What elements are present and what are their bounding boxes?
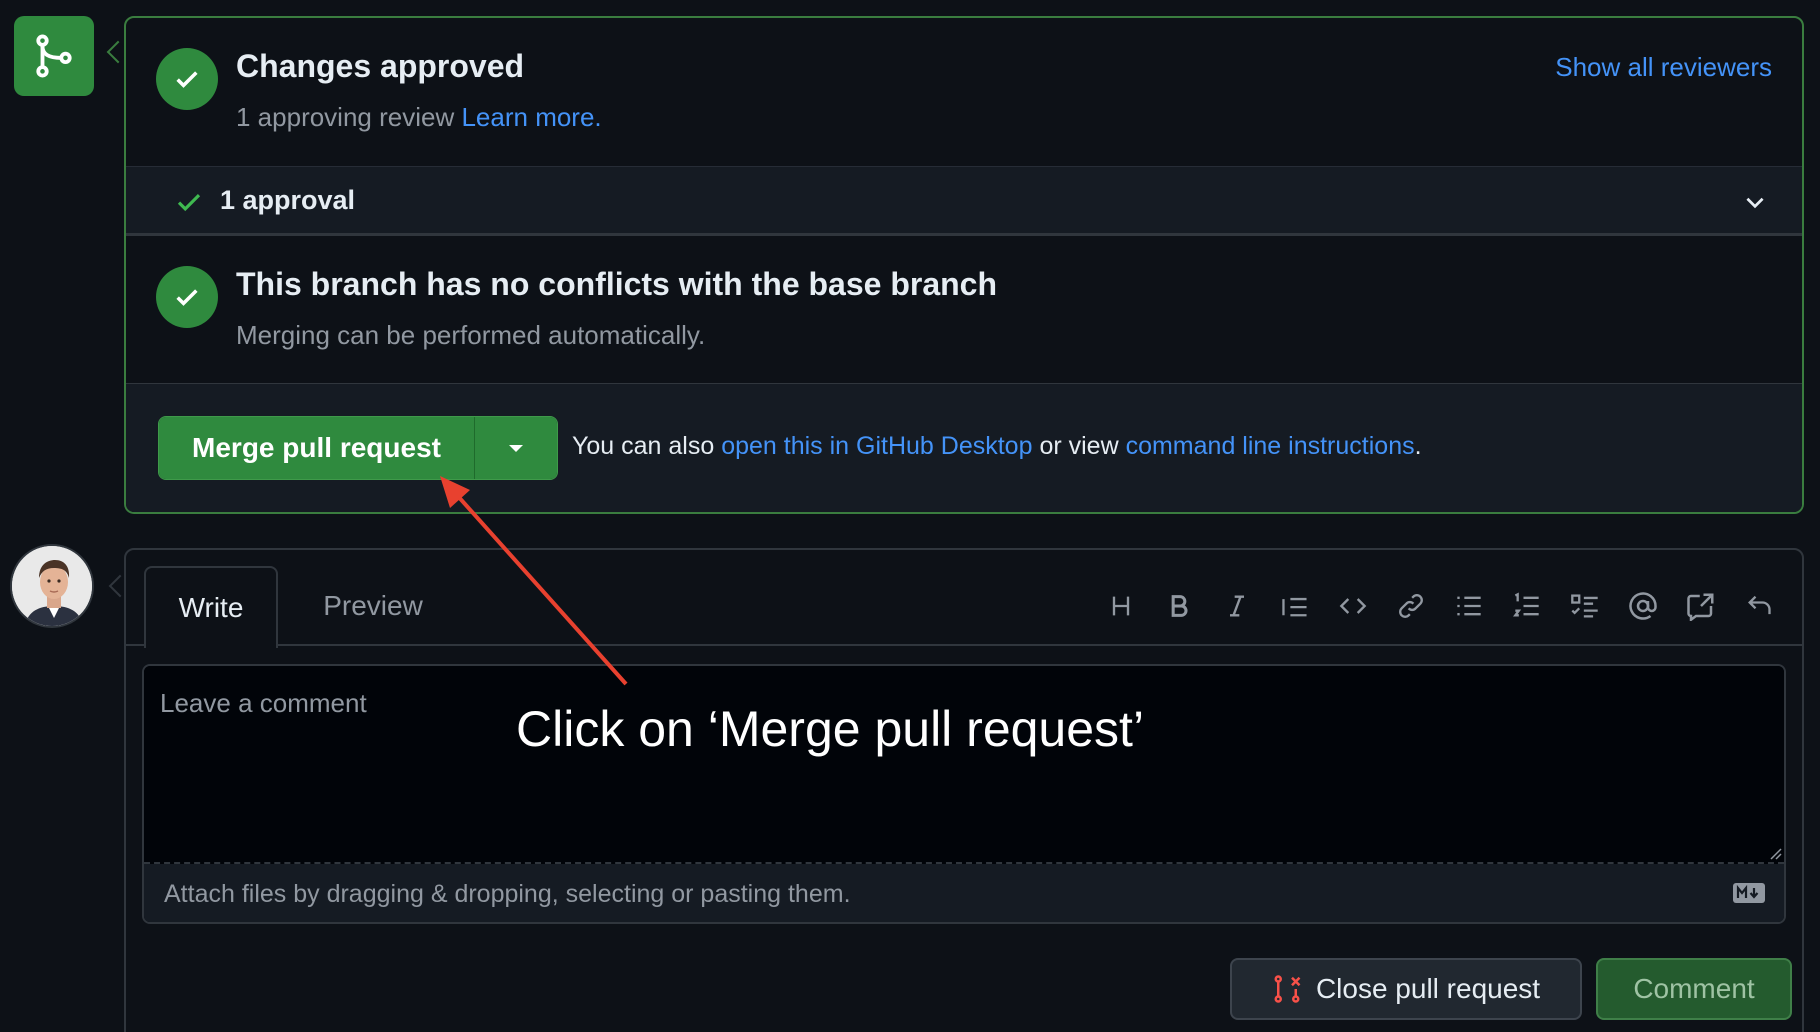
conflicts-subtitle: Merging can be performed automatically.: [236, 320, 706, 350]
hint-suffix: .: [1414, 432, 1422, 460]
quote-icon: [1282, 597, 1307, 617]
learn-more-link[interactable]: Learn more.: [461, 102, 601, 132]
code-icon: [1339, 598, 1367, 614]
git-merge-icon: [36, 34, 72, 78]
reply-icon: [1748, 595, 1771, 615]
check-icon: [176, 289, 198, 306]
conflict-status-section: This branch has no conflicts with the ba…: [126, 236, 1802, 384]
italic-button[interactable]: [1208, 584, 1266, 628]
approval-count-text: 1 approving review: [236, 102, 455, 132]
ordered-list-icon: [1513, 592, 1539, 617]
attach-files-text: Attach files by dragging & dropping, sel…: [164, 880, 851, 908]
hint-prefix: You can also: [572, 432, 715, 460]
chevron-down-icon[interactable]: [1742, 189, 1768, 215]
approval-status-section: Changes approved 1 approving review Lear…: [126, 18, 1802, 166]
markdown-toolbar: [1092, 584, 1788, 628]
task-list-icon: [1571, 594, 1598, 618]
attach-files-bar[interactable]: Attach files by dragging & dropping, sel…: [144, 864, 1784, 922]
approved-check-circle: [156, 48, 218, 110]
close-pull-request-label: Close pull request: [1315, 973, 1541, 1004]
merge-pull-request-button[interactable]: Merge pull request: [159, 417, 475, 479]
bold-button[interactable]: [1150, 584, 1208, 628]
comment-box: Write Preview Leave a comment Attach fil…: [124, 548, 1804, 1032]
open-github-desktop-link[interactable]: open this in GitHub Desktop: [721, 432, 1032, 460]
tab-write[interactable]: Write: [144, 566, 278, 648]
resize-handle-icon[interactable]: [1768, 846, 1782, 860]
command-line-instructions-link[interactable]: command line instructions: [1126, 432, 1415, 460]
no-conflicts-check-circle: [156, 266, 218, 328]
reference-icon: [1687, 593, 1714, 621]
mention-icon: [1629, 592, 1657, 620]
hint-middle: or view: [1039, 432, 1119, 460]
check-icon: [177, 194, 201, 212]
unordered-list-button[interactable]: [1440, 584, 1498, 628]
merge-button-group: Merge pull request: [158, 416, 558, 480]
comment-button[interactable]: Comment: [1596, 958, 1792, 1020]
triangle-down-icon: [509, 445, 523, 452]
approval-title: Changes approved: [236, 48, 525, 84]
heading-icon: [1112, 596, 1130, 616]
bold-icon: [1171, 595, 1188, 617]
merge-box: Changes approved 1 approving review Lear…: [124, 16, 1804, 514]
approval-subtitle: 1 approving review Learn more.: [236, 102, 602, 133]
annotation-text: Click on ‘Merge pull request’: [516, 701, 1145, 757]
user-portrait: [12, 546, 92, 626]
link-button[interactable]: [1382, 584, 1440, 628]
mention-button[interactable]: [1614, 584, 1672, 628]
reference-button[interactable]: [1672, 584, 1730, 628]
show-all-reviewers-link[interactable]: Show all reviewers: [1555, 52, 1772, 83]
link-icon: [1399, 594, 1423, 618]
merge-method-dropdown[interactable]: [475, 417, 557, 479]
task-list-button[interactable]: [1556, 584, 1614, 628]
italic-icon: [1230, 595, 1244, 617]
tab-preview[interactable]: Preview: [296, 566, 450, 646]
reply-button[interactable]: [1730, 584, 1788, 628]
quote-button[interactable]: [1266, 584, 1324, 628]
avatar[interactable]: [10, 544, 94, 628]
merge-actions-section: Merge pull request You can also open thi…: [126, 384, 1802, 512]
approvals-label: 1 approval: [220, 185, 356, 215]
code-button[interactable]: [1324, 584, 1382, 628]
heading-button[interactable]: [1092, 584, 1150, 628]
git-pull-request-closed-icon: [1274, 975, 1301, 1003]
ordered-list-button[interactable]: [1498, 584, 1556, 628]
comment-tab-bar: Write Preview: [126, 550, 1802, 648]
check-icon: [176, 71, 198, 88]
approvals-expander[interactable]: 1 approval: [126, 166, 1802, 236]
comment-textarea[interactable]: [144, 666, 1784, 864]
close-pull-request-button[interactable]: Close pull request: [1230, 958, 1582, 1020]
markdown-icon[interactable]: [1732, 882, 1766, 904]
merge-hint-text: You can also open this in GitHub Desktop…: [572, 432, 1422, 461]
unordered-list-icon: [1457, 596, 1481, 616]
merge-status-badge: [14, 16, 94, 96]
conflicts-title: This branch has no conflicts with the ba…: [236, 266, 998, 302]
